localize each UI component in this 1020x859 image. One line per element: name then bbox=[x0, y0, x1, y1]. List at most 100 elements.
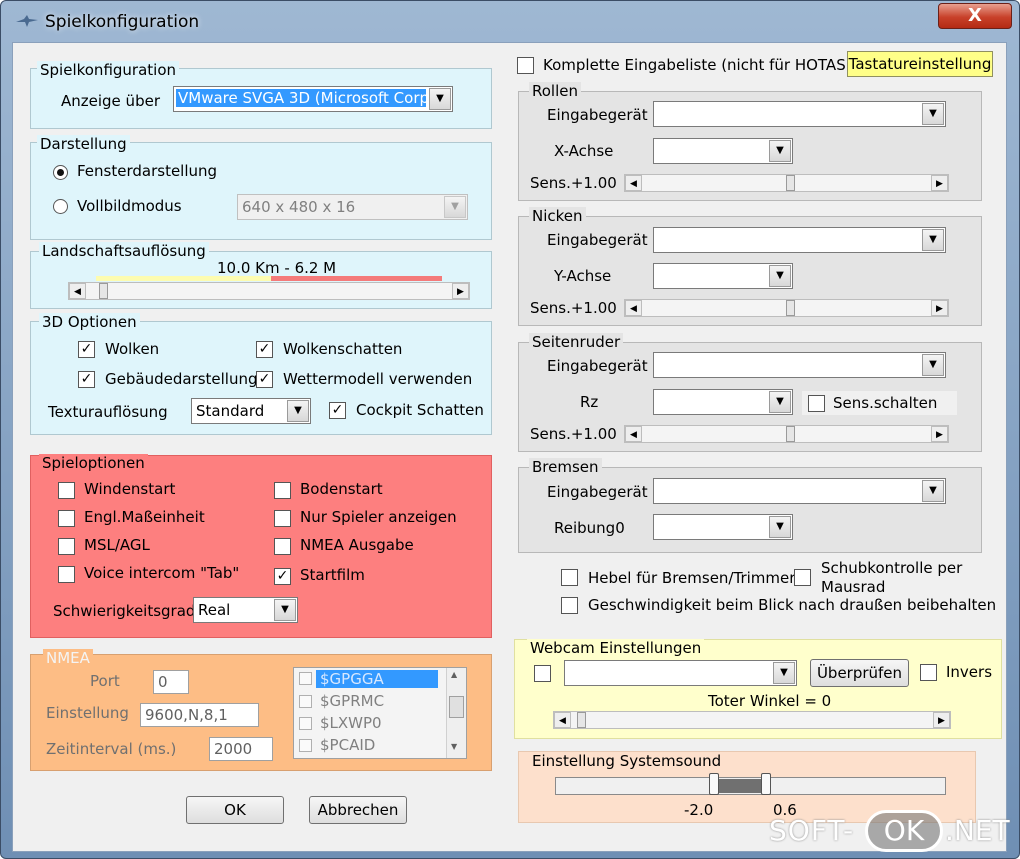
seitenruder-achse-select[interactable]: ▼ bbox=[653, 389, 793, 415]
hebel-checkbox[interactable] bbox=[561, 569, 578, 586]
arrow-right-icon[interactable]: ▶ bbox=[933, 712, 950, 728]
list-item[interactable]: $PCAID bbox=[320, 736, 375, 754]
list-item[interactable]: $GPRMC bbox=[320, 692, 384, 710]
msl-checkbox[interactable] bbox=[58, 538, 75, 555]
cockpit-checkbox[interactable]: ✓ bbox=[329, 402, 346, 419]
sens-schalten-label: Sens.schalten bbox=[833, 394, 938, 412]
nicken-achse-select[interactable]: ▼ bbox=[653, 263, 793, 289]
einstellung-input[interactable]: 9600,N,8,1 bbox=[140, 703, 259, 727]
einstellung-label: Einstellung bbox=[46, 704, 129, 722]
ok-button[interactable]: OK bbox=[186, 796, 284, 824]
textur-select[interactable]: Standard ▼ bbox=[191, 398, 311, 424]
arrow-left-icon[interactable]: ◀ bbox=[625, 300, 642, 316]
rollen-sens-label: Sens.+1.00 bbox=[530, 174, 617, 192]
list-checkbox[interactable] bbox=[299, 695, 312, 708]
sound-range-slider[interactable] bbox=[555, 777, 946, 795]
arrow-right-icon[interactable]: ▶ bbox=[452, 283, 469, 299]
bodenstart-checkbox[interactable] bbox=[274, 482, 291, 499]
toter-winkel-slider[interactable]: ◀ ▶ bbox=[553, 711, 951, 729]
arrow-up-icon[interactable]: ▲ bbox=[451, 670, 457, 679]
chevron-down-icon[interactable]: ▼ bbox=[769, 516, 791, 538]
invers-checkbox[interactable] bbox=[920, 664, 937, 681]
nicken-geraet-select[interactable]: ▼ bbox=[653, 227, 946, 253]
arrow-left-icon[interactable]: ◀ bbox=[625, 426, 642, 442]
close-button[interactable]: X bbox=[938, 3, 1012, 29]
darstellung-title: Darstellung bbox=[37, 135, 130, 153]
pruefen-button[interactable]: Überprüfen bbox=[810, 659, 909, 687]
nmea-checkbox[interactable] bbox=[274, 538, 291, 555]
wolkenschatten-label: Wolkenschatten bbox=[283, 340, 403, 358]
slider-thumb[interactable] bbox=[786, 175, 795, 191]
schub-checkbox[interactable] bbox=[794, 569, 811, 586]
wolken-checkbox[interactable]: ✓ bbox=[78, 341, 95, 358]
schwierig-select[interactable]: Real ▼ bbox=[193, 597, 298, 623]
wetter-checkbox[interactable]: ✓ bbox=[256, 371, 273, 388]
landschaft-title: Landschaftsauflösung bbox=[39, 242, 209, 260]
chevron-down-icon[interactable]: ▼ bbox=[922, 103, 944, 125]
abbrechen-button[interactable]: Abbrechen bbox=[309, 796, 407, 824]
list-checkbox[interactable] bbox=[299, 739, 312, 752]
windenstart-checkbox[interactable] bbox=[58, 482, 75, 499]
arrow-left-icon[interactable]: ◀ bbox=[625, 175, 642, 191]
rollen-achse-select[interactable]: ▼ bbox=[653, 138, 793, 164]
nurspieler-checkbox[interactable] bbox=[274, 510, 291, 527]
chevron-down-icon[interactable]: ▼ bbox=[287, 400, 309, 422]
geschw-checkbox[interactable] bbox=[561, 597, 578, 614]
nurspieler-label: Nur Spieler anzeigen bbox=[300, 508, 457, 526]
list-item[interactable]: $LXWP0 bbox=[320, 714, 382, 732]
wolkenschatten-checkbox[interactable]: ✓ bbox=[256, 341, 273, 358]
arrow-right-icon[interactable]: ▶ bbox=[931, 300, 948, 316]
list-scrollbar[interactable]: ▲ ▼ bbox=[446, 668, 466, 758]
chevron-down-icon[interactable]: ▼ bbox=[429, 88, 451, 110]
fenster-radio[interactable] bbox=[53, 165, 68, 180]
engl-checkbox[interactable] bbox=[58, 510, 75, 527]
slider-thumb[interactable] bbox=[99, 283, 108, 299]
chevron-down-icon[interactable]: ▼ bbox=[769, 140, 791, 162]
voice-checkbox[interactable] bbox=[58, 566, 75, 583]
rollen-sens-slider[interactable]: ◀ ▶ bbox=[624, 174, 949, 192]
zeit-input[interactable]: 2000 bbox=[209, 737, 273, 761]
arrow-left-icon[interactable]: ◀ bbox=[69, 283, 86, 299]
chevron-down-icon[interactable]: ▼ bbox=[769, 391, 791, 413]
chevron-down-icon[interactable]: ▼ bbox=[773, 662, 795, 684]
landschaft-slider[interactable]: ◀ ▶ bbox=[68, 282, 470, 300]
anzeige-select[interactable]: VMware SVGA 3D (Microsoft Corp ▼ bbox=[173, 86, 453, 112]
gebaeude-checkbox[interactable]: ✓ bbox=[78, 371, 95, 388]
slider-thumb[interactable] bbox=[786, 426, 795, 442]
webcam-select[interactable]: ▼ bbox=[564, 660, 797, 686]
seitenruder-sens-slider[interactable]: ◀ ▶ bbox=[624, 425, 949, 443]
slider-thumb[interactable] bbox=[577, 712, 586, 728]
resolution-select[interactable]: 640 x 480 x 16 ▼ bbox=[237, 194, 468, 220]
sens-schalten-checkbox[interactable] bbox=[808, 395, 825, 412]
chevron-down-icon[interactable]: ▼ bbox=[274, 599, 296, 621]
title-bar[interactable]: Spielkonfiguration X bbox=[1, 1, 1019, 43]
sound-min-handle[interactable] bbox=[709, 773, 719, 795]
list-checkbox[interactable] bbox=[299, 672, 312, 685]
arrow-right-icon[interactable]: ▶ bbox=[931, 426, 948, 442]
arrow-down-icon[interactable]: ▼ bbox=[451, 742, 457, 751]
vollbild-radio[interactable] bbox=[53, 199, 68, 214]
chevron-down-icon[interactable]: ▼ bbox=[922, 480, 944, 502]
chevron-down-icon[interactable]: ▼ bbox=[922, 229, 944, 251]
slider-thumb[interactable] bbox=[786, 300, 795, 316]
reibung-select[interactable]: ▼ bbox=[653, 514, 793, 540]
komplett-checkbox[interactable] bbox=[517, 57, 534, 74]
list-checkbox[interactable] bbox=[299, 717, 312, 730]
startfilm-checkbox[interactable]: ✓ bbox=[274, 568, 291, 585]
bremsen-geraet-select[interactable]: ▼ bbox=[653, 478, 946, 504]
tastatur-button[interactable]: Tastatureinstellung bbox=[847, 51, 993, 77]
webcam-checkbox[interactable] bbox=[534, 665, 551, 682]
nicken-sens-slider[interactable]: ◀ ▶ bbox=[624, 299, 949, 317]
list-item[interactable]: $GPGGA bbox=[316, 670, 438, 688]
port-input[interactable]: 0 bbox=[153, 670, 189, 694]
rollen-geraet-select[interactable]: ▼ bbox=[653, 101, 946, 127]
nmea-list[interactable]: $GPGGA $GPRMC $LXWP0 $PCAID ▲ ▼ bbox=[293, 667, 467, 759]
chevron-down-icon[interactable]: ▼ bbox=[769, 265, 791, 287]
scroll-thumb[interactable] bbox=[449, 696, 464, 718]
sound-max-handle[interactable] bbox=[761, 773, 771, 795]
chevron-down-icon[interactable]: ▼ bbox=[922, 354, 944, 376]
arrow-right-icon[interactable]: ▶ bbox=[931, 175, 948, 191]
arrow-left-icon[interactable]: ◀ bbox=[554, 712, 571, 728]
seitenruder-geraet-select[interactable]: ▼ bbox=[653, 352, 946, 378]
chevron-down-icon[interactable]: ▼ bbox=[444, 196, 466, 218]
